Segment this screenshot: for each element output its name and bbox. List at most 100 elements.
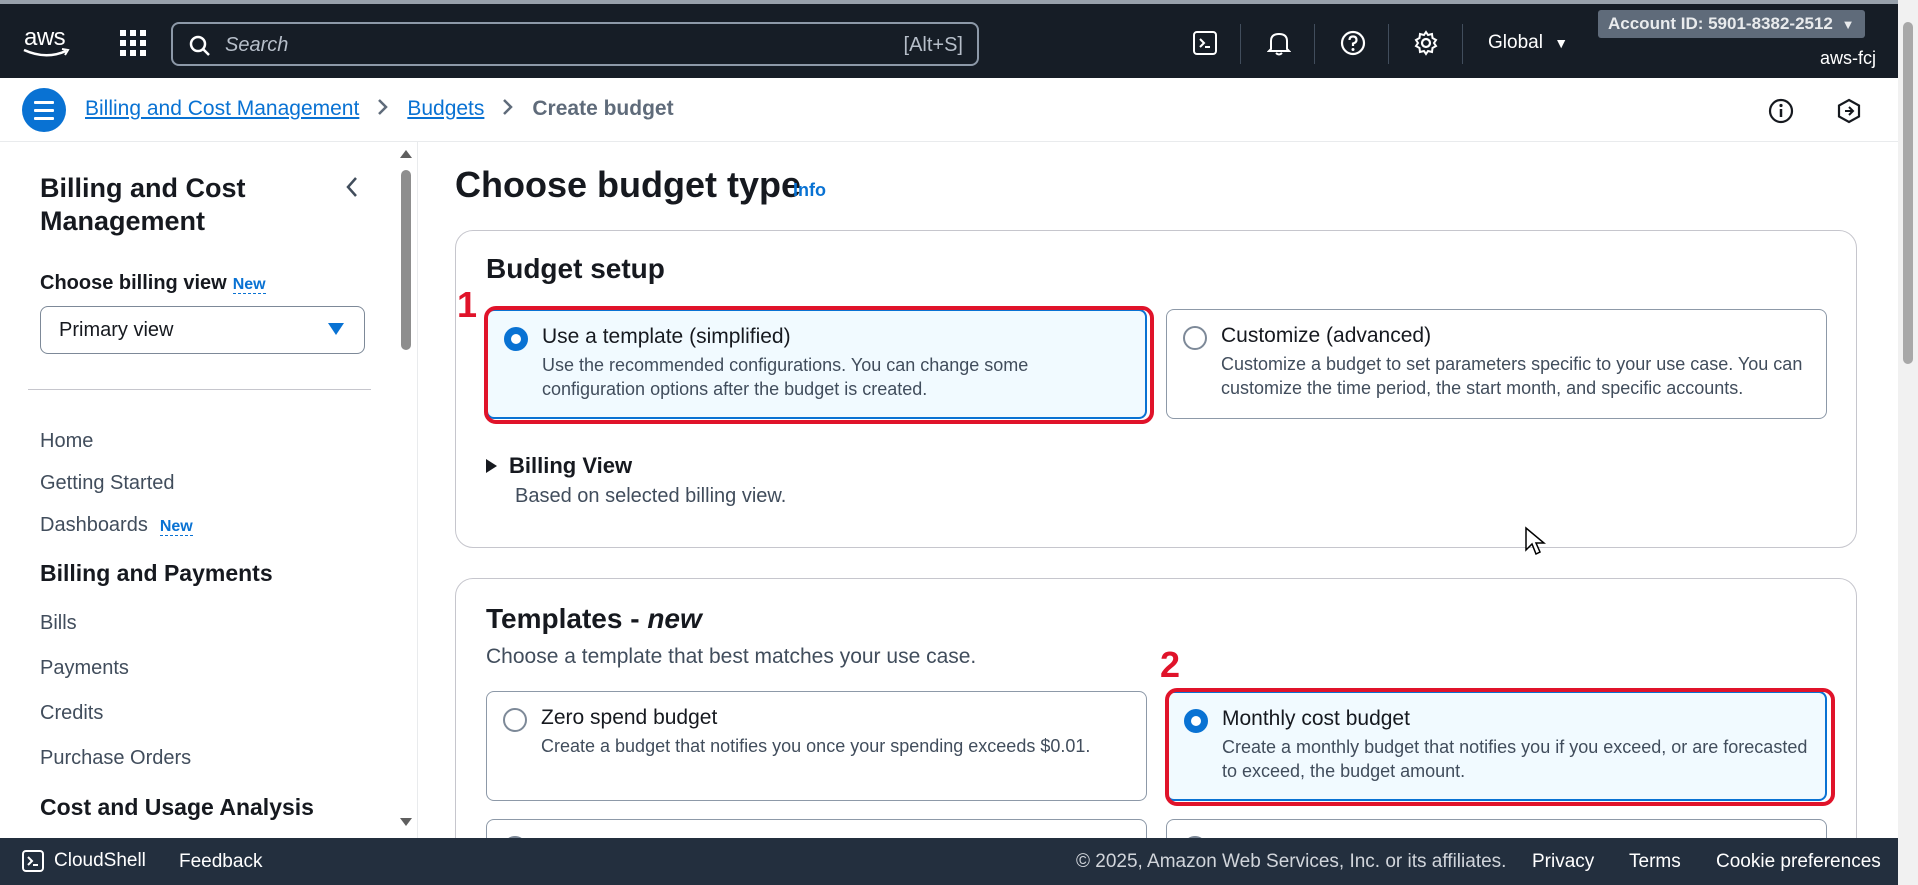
nav-divider <box>1462 24 1463 64</box>
customize-option-title: Customize (advanced) <box>1221 324 1432 347</box>
annotation-number-2: 2 <box>1160 644 1181 685</box>
templates-title-text: Templates - <box>486 603 648 634</box>
caret-right-icon <box>486 459 497 473</box>
page-title: Choose budget type <box>455 164 802 205</box>
sidebar-section-cost-usage[interactable]: Cost and Usage Analysis <box>40 794 314 821</box>
templates-title-new: new <box>647 603 702 634</box>
sidebar-scrollbar[interactable] <box>399 150 413 826</box>
info-link[interactable]: Info <box>793 180 826 201</box>
caret-down-icon: ▼ <box>1841 17 1855 32</box>
breadcrumb: Billing and Cost Management Budgets Crea… <box>85 96 674 122</box>
billing-view-desc: Based on selected billing view. <box>515 485 787 507</box>
nav-divider <box>1314 24 1315 64</box>
breadcrumb-bar: Billing and Cost Management Budgets Crea… <box>0 78 1898 142</box>
billing-view-value: Primary view <box>59 319 174 341</box>
scrollbar-thumb[interactable] <box>401 170 411 350</box>
monthly-cost-title: Monthly cost budget <box>1222 707 1410 730</box>
sidebar-item-bills[interactable]: Bills <box>40 612 77 635</box>
templates-title: Templates - new <box>486 603 702 635</box>
customize-option-tile[interactable]: Customize (advanced) Customize a budget … <box>1166 309 1827 419</box>
footer: CloudShell Feedback © 2025, Amazon Web S… <box>0 838 1898 885</box>
sidebar-divider <box>28 389 371 390</box>
side-nav-toggle-button[interactable] <box>22 88 66 132</box>
breadcrumb-budgets[interactable]: Budgets <box>407 97 484 121</box>
monthly-cost-desc: Create a monthly budget that notifies yo… <box>1222 737 1808 781</box>
services-menu-icon[interactable] <box>120 30 146 56</box>
billing-view-label-text: Choose billing view <box>40 272 227 294</box>
new-badge[interactable]: New <box>232 276 266 294</box>
sidebar-section-billing-payments[interactable]: Billing and Payments <box>40 560 273 587</box>
page-scrollbar[interactable] <box>1898 0 1918 885</box>
sidebar-item-getting-started[interactable]: Getting Started <box>40 472 175 495</box>
privacy-link[interactable]: Privacy <box>1532 851 1594 873</box>
region-selector[interactable]: Global ▼ <box>1488 32 1568 54</box>
template-tile-partial[interactable] <box>486 819 1147 838</box>
monthly-cost-radio[interactable] <box>1184 709 1208 733</box>
zero-spend-desc: Create a budget that notifies you once y… <box>541 736 1091 756</box>
new-badge[interactable]: New <box>159 518 193 536</box>
billing-view-select[interactable]: Primary view <box>40 306 365 354</box>
customize-radio[interactable] <box>1183 326 1207 350</box>
zero-spend-title: Zero spend budget <box>541 706 718 729</box>
billing-view-expander[interactable]: Billing View <box>486 453 632 479</box>
template-tile-partial[interactable] <box>1166 819 1827 838</box>
help-panel-icon[interactable] <box>1834 96 1864 126</box>
settings-gear-icon[interactable] <box>1411 28 1441 58</box>
search-input[interactable]: Search [Alt+S] <box>171 22 979 66</box>
breadcrumb-current: Create budget <box>532 97 674 120</box>
region-label: Global <box>1488 32 1543 53</box>
zero-spend-radio[interactable] <box>503 708 527 732</box>
copyright-text: © 2025, Amazon Web Services, Inc. or its… <box>1076 851 1507 872</box>
sidebar-item-payments[interactable]: Payments <box>40 657 129 680</box>
cloudshell-label: CloudShell <box>54 850 146 871</box>
template-option-desc: Use the recommended configurations. You … <box>542 355 1029 399</box>
breadcrumb-billing[interactable]: Billing and Cost Management <box>85 97 359 121</box>
feedback-link[interactable]: Feedback <box>179 851 262 873</box>
template-option-tile[interactable]: Use a template (simplified) Use the reco… <box>486 309 1147 419</box>
budget-setup-card: Budget setup Use a template (simplified)… <box>455 230 1857 548</box>
help-icon[interactable] <box>1338 28 1368 58</box>
templates-subtitle: Choose a template that best matches your… <box>486 645 977 668</box>
top-navigation: aws Search [Alt+S] Global ▼ Account ID: … <box>0 0 1898 78</box>
sidebar-item-dashboards[interactable]: Dashboards New <box>40 514 193 537</box>
notifications-bell-icon[interactable] <box>1264 28 1294 58</box>
sidebar-item-purchase-orders[interactable]: Purchase Orders <box>40 747 191 770</box>
search-icon <box>189 35 210 56</box>
chevron-right-icon <box>377 96 389 122</box>
search-placeholder: Search <box>225 34 289 56</box>
account-id: Account ID: 5901-8382-2512 <box>1608 14 1833 33</box>
side-navigation: Billing and Cost Management Choose billi… <box>0 142 418 838</box>
user-name[interactable]: aws-fcj <box>1820 48 1876 69</box>
billing-view-expander-label: Billing View <box>509 453 633 478</box>
terms-link[interactable]: Terms <box>1629 851 1681 873</box>
templates-card: Templates - new Choose a template that b… <box>455 578 1857 838</box>
nav-divider <box>1240 24 1241 64</box>
cloudshell-button[interactable]: CloudShell <box>22 850 146 872</box>
scroll-down-icon[interactable] <box>400 818 412 826</box>
sidebar-title[interactable]: Billing and Cost Management <box>40 172 340 238</box>
customize-option-desc: Customize a budget to set parameters spe… <box>1221 354 1803 398</box>
sidebar-item-label: Dashboards <box>40 514 148 536</box>
chevron-right-icon <box>502 96 514 122</box>
scrollbar-thumb[interactable] <box>1903 22 1913 364</box>
scroll-up-icon[interactable] <box>400 150 412 158</box>
billing-view-label: Choose billing view New <box>40 272 266 295</box>
cloudshell-icon[interactable] <box>1190 28 1220 58</box>
nav-divider <box>1388 24 1389 64</box>
collapse-sidebar-icon[interactable] <box>340 172 364 202</box>
monthly-cost-template-tile[interactable]: Monthly cost budget Create a monthly bud… <box>1166 691 1827 801</box>
cloudshell-icon <box>22 850 44 872</box>
caret-down-icon: ▼ <box>1554 35 1569 51</box>
mouse-cursor-icon <box>1525 526 1546 556</box>
sidebar-item-credits[interactable]: Credits <box>40 702 103 725</box>
account-menu[interactable]: Account ID: 5901-8382-2512 ▼ <box>1598 10 1865 38</box>
sidebar-item-home[interactable]: Home <box>40 430 93 453</box>
template-radio[interactable] <box>504 327 528 351</box>
info-panel-icon[interactable] <box>1766 96 1796 126</box>
aws-logo[interactable]: aws <box>22 24 72 60</box>
caret-down-icon <box>328 323 344 335</box>
aws-smile-icon <box>23 48 70 57</box>
zero-spend-template-tile[interactable]: Zero spend budget Create a budget that n… <box>486 691 1147 801</box>
cookie-preferences-link[interactable]: Cookie preferences <box>1716 851 1881 873</box>
annotation-number-1: 1 <box>457 284 478 325</box>
